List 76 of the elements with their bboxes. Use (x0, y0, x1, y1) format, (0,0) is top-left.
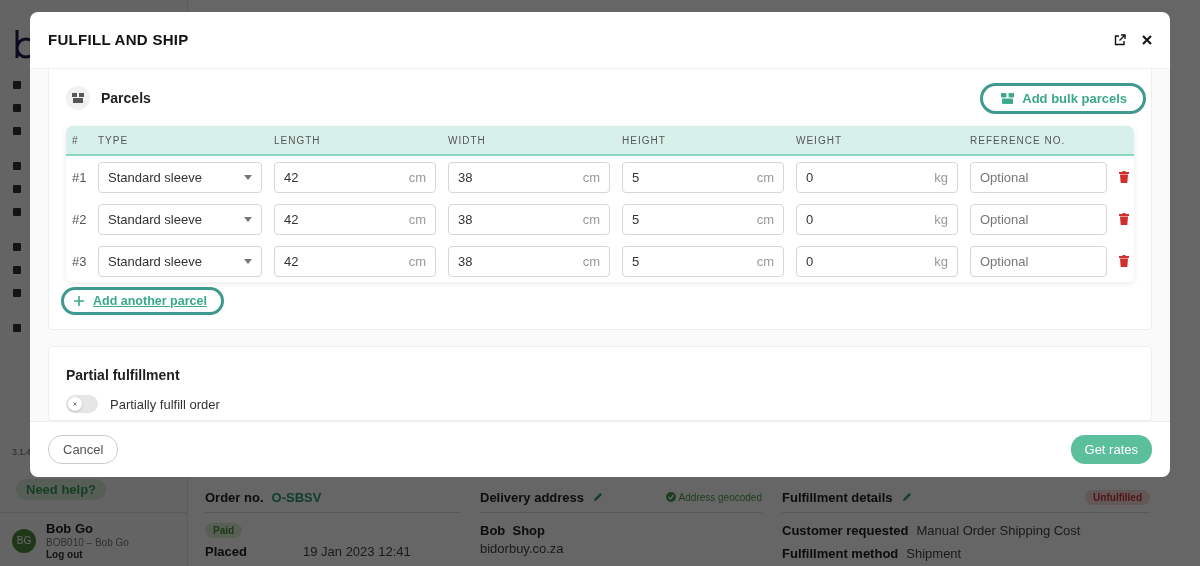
status-badge: Unfulfilled (1085, 489, 1150, 505)
cancel-button[interactable]: Cancel (48, 435, 119, 464)
row-number: #2 (72, 211, 86, 227)
trash-icon[interactable] (1119, 213, 1129, 225)
column-header: LENGTH (274, 134, 322, 146)
column-header: # (72, 134, 80, 146)
type-dropdown[interactable]: Standard sleeve (98, 161, 262, 193)
sidebar-icon[interactable] (12, 323, 22, 333)
trash-icon[interactable] (1119, 171, 1129, 183)
recipient-name: Bob Shop (480, 521, 546, 540)
pencil-icon[interactable] (592, 491, 604, 503)
row-number: #1 (72, 169, 86, 185)
caret-icon (244, 174, 252, 180)
sidebar-icon[interactable] (12, 126, 22, 136)
reference-field[interactable]: Optional (970, 245, 1107, 277)
sidebar-icon[interactable] (12, 242, 22, 252)
check-circle-icon (665, 492, 676, 502)
width-field[interactable]: 38 cm (448, 203, 610, 235)
weight-field[interactable]: 0 kg (796, 245, 958, 277)
sidebar-icon[interactable] (12, 207, 22, 217)
column-header: REFERENCE NO. (970, 134, 1067, 146)
sidebar-icon[interactable] (12, 288, 22, 298)
user-avatar: BG (12, 528, 36, 553)
sidebar-icon[interactable] (12, 265, 22, 275)
pencil-icon[interactable] (900, 491, 912, 503)
column-header: TYPE (98, 134, 130, 146)
height-field[interactable]: 5 cm (622, 203, 784, 235)
toggle-switch[interactable] (66, 395, 98, 413)
trash-icon[interactable] (1119, 255, 1129, 267)
placed-label: Placed (205, 544, 248, 559)
type-dropdown[interactable]: Standard sleeve (98, 245, 262, 277)
boxes-icon (72, 93, 84, 103)
width-field[interactable]: 38 cm (448, 161, 610, 193)
modal-title: FULFILL AND SHIP (48, 30, 190, 48)
caret-icon (244, 216, 252, 222)
placed-date: 19 Jan 2023 12:41 (303, 544, 411, 559)
detail-label: Customer requested (782, 523, 909, 538)
type-dropdown[interactable]: Standard sleeve (98, 203, 262, 235)
boxes-icon (1001, 92, 1015, 104)
sidebar-icon[interactable] (12, 103, 22, 113)
reference-field[interactable]: Optional (970, 161, 1107, 193)
close-icon[interactable] (1142, 35, 1152, 45)
section-title: Partial fulfillment (66, 367, 181, 383)
weight-field[interactable]: 0 kg (796, 203, 958, 235)
sidebar-icon[interactable] (12, 184, 22, 194)
caret-icon (244, 258, 252, 264)
length-field[interactable]: 42 cm (274, 161, 436, 193)
geocode-status: Address geocoded (678, 491, 762, 503)
sidebar-icon[interactable] (12, 161, 22, 171)
plus-icon (74, 296, 84, 306)
version-label: 3.1.4 (12, 447, 31, 457)
detail-value: Shipment (906, 546, 962, 561)
length-field[interactable]: 42 cm (274, 245, 436, 277)
reference-field[interactable]: Optional (970, 203, 1107, 235)
column-header: WEIGHT (796, 134, 843, 146)
address-line: bidorbuy.co.za (480, 541, 565, 556)
user-name: Bob Go (46, 521, 94, 536)
detail-value: Manual Order Shipping Cost (916, 523, 1081, 538)
sidebar-icon[interactable] (12, 80, 22, 90)
section-title: Delivery address (480, 489, 585, 505)
section-title: Parcels (101, 90, 152, 106)
section-title: Fulfillment details (782, 489, 893, 505)
toggle-label: Partially fulfill order (110, 396, 220, 412)
height-field[interactable]: 5 cm (622, 161, 784, 193)
length-field[interactable]: 42 cm (274, 203, 436, 235)
order-number-label: Order no. (205, 489, 264, 505)
weight-field[interactable]: 0 kg (796, 161, 958, 193)
row-number: #3 (72, 253, 86, 269)
payment-status-badge: Paid (205, 523, 243, 538)
order-number: O-SBSV (271, 489, 322, 505)
column-header: HEIGHT (622, 134, 667, 146)
height-field[interactable]: 5 cm (622, 245, 784, 277)
width-field[interactable]: 38 cm (448, 245, 610, 277)
detail-label: Fulfillment method (782, 546, 899, 561)
external-link-icon[interactable] (1114, 34, 1126, 46)
column-header: WIDTH (448, 134, 487, 146)
